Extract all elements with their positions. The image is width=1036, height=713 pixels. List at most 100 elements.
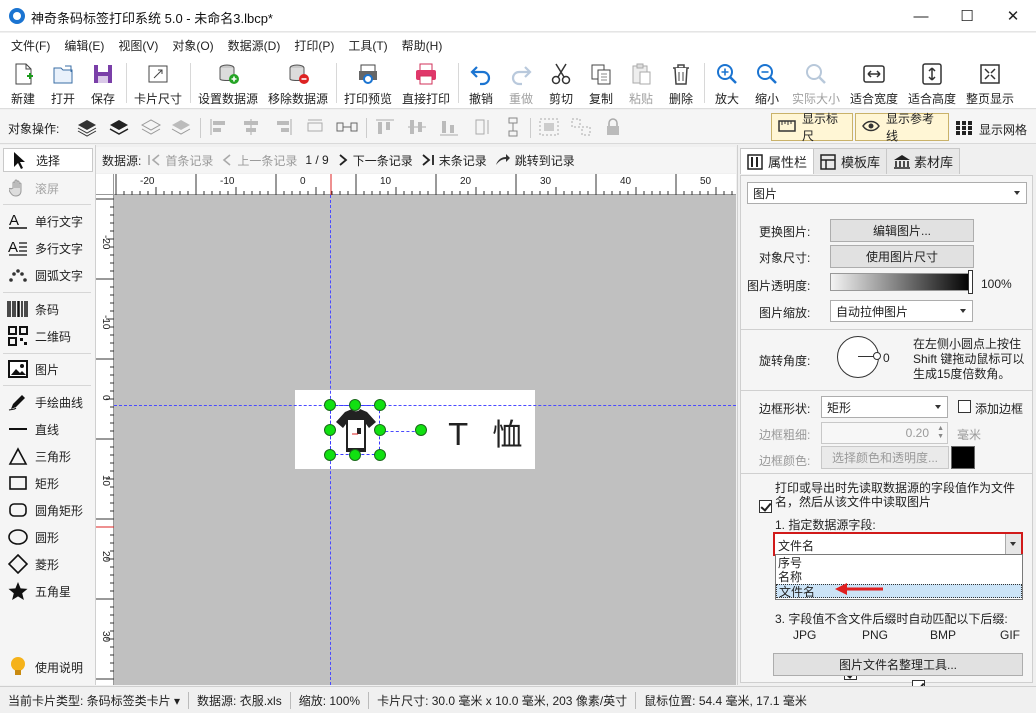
new-button[interactable]: 新建 xyxy=(4,60,42,106)
align-left-icon[interactable] xyxy=(208,117,230,137)
border-color-button[interactable]: 选择颜色和透明度... xyxy=(821,446,949,469)
layer-up-icon[interactable] xyxy=(140,117,162,137)
distribute-h-icon[interactable] xyxy=(336,117,358,137)
tool-scroll[interactable]: 滚屏 xyxy=(3,176,93,200)
add-border-checkbox[interactable] xyxy=(958,400,971,413)
zoom-out-button[interactable]: 缩小 xyxy=(748,60,786,106)
resize-handle-nw[interactable] xyxy=(324,399,336,411)
use-image-size-button[interactable]: 使用图片尺寸 xyxy=(830,245,974,268)
show-grid-toggle[interactable]: 显示网格 xyxy=(955,120,1027,139)
tool-barcode[interactable]: 条码 xyxy=(3,297,93,321)
paste-button[interactable]: 粘贴 xyxy=(622,60,660,106)
tool-freehand[interactable]: 手绘曲线 xyxy=(3,390,93,414)
menu-file[interactable]: 文件(F) xyxy=(4,37,57,54)
lock-icon[interactable] xyxy=(602,117,624,137)
tool-triangle[interactable]: 三角形 xyxy=(3,444,93,468)
actual-size-button[interactable]: 实际大小 xyxy=(788,60,844,106)
bring-to-front-icon[interactable] xyxy=(76,117,98,137)
card-size-button[interactable]: 卡片尺寸 xyxy=(130,60,186,106)
tool-help[interactable]: 使用说明 xyxy=(3,655,93,679)
save-button[interactable]: 保存 xyxy=(84,60,122,106)
opacity-slider[interactable] xyxy=(830,273,972,291)
cut-button[interactable]: 剪切 xyxy=(542,60,580,106)
field-option[interactable]: 名称 xyxy=(778,570,802,584)
close-button[interactable]: ✕ xyxy=(990,0,1036,32)
fit-width-button[interactable]: 适合宽度 xyxy=(846,60,902,106)
align-right-icon[interactable] xyxy=(272,117,294,137)
tool-circle[interactable]: 圆形 xyxy=(3,525,93,549)
resize-handle-ne[interactable] xyxy=(374,399,386,411)
tool-arc-text[interactable]: 圆弧文字 xyxy=(3,263,93,287)
align-top-icon[interactable] xyxy=(374,117,396,137)
layer-down-icon[interactable] xyxy=(170,117,192,137)
border-color-swatch[interactable] xyxy=(951,446,975,469)
open-button[interactable]: 打开 xyxy=(44,60,82,106)
print-preview-button[interactable]: 打印预览 xyxy=(342,60,394,106)
card-text[interactable]: T 恤 xyxy=(449,410,524,454)
tool-star[interactable]: 五角星 xyxy=(3,579,93,603)
tool-select[interactable]: 选择 xyxy=(3,148,93,172)
border-width-spinner[interactable]: 0.20 ▲ ▼ xyxy=(821,422,948,444)
edit-image-button[interactable]: 编辑图片... xyxy=(830,219,974,242)
zoom-in-button[interactable]: 放大 xyxy=(708,60,746,106)
jump-record-button[interactable]: 跳转到记录 xyxy=(495,152,575,169)
minimize-button[interactable]: — xyxy=(898,0,944,32)
resize-handle-n[interactable] xyxy=(349,399,361,411)
tool-rect[interactable]: 矩形 xyxy=(3,471,93,495)
tab-materials[interactable]: 素材库 xyxy=(886,148,961,174)
resize-handle-w[interactable] xyxy=(324,424,336,436)
field-option-selected[interactable]: 文件名 xyxy=(776,584,1022,599)
fit-height-button[interactable]: 适合高度 xyxy=(904,60,960,106)
tool-diamond[interactable]: 菱形 xyxy=(3,552,93,576)
copy-button[interactable]: 复制 xyxy=(582,60,620,106)
menu-object[interactable]: 对象(O) xyxy=(165,37,220,54)
border-shape-select[interactable]: 矩形 xyxy=(821,396,948,418)
tab-properties[interactable]: 属性栏 xyxy=(740,148,815,174)
field-option[interactable]: 序号 xyxy=(778,556,802,570)
fit-page-button[interactable]: 整页显示 xyxy=(962,60,1018,106)
show-ruler-toggle[interactable]: 显示标尺 xyxy=(771,112,853,143)
tab-templates[interactable]: 模板库 xyxy=(813,148,888,174)
show-guides-toggle[interactable]: 显示参考线 xyxy=(855,112,949,143)
tool-round-rect[interactable]: 圆角矩形 xyxy=(3,498,93,522)
send-to-back-icon[interactable] xyxy=(108,117,130,137)
last-record-button[interactable]: 末条记录 xyxy=(421,152,487,169)
redo-button[interactable]: 重做 xyxy=(502,60,540,106)
same-width-icon[interactable] xyxy=(304,117,326,137)
delete-button[interactable]: 删除 xyxy=(662,60,700,106)
resize-handle-e[interactable] xyxy=(374,424,386,436)
distribute-v-icon[interactable] xyxy=(502,117,524,137)
tool-qrcode[interactable]: 二维码 xyxy=(3,324,93,348)
opacity-slider-thumb[interactable] xyxy=(968,270,973,294)
tool-image[interactable]: 图片 xyxy=(3,357,93,381)
menu-view[interactable]: 视图(V) xyxy=(111,37,165,54)
first-record-button[interactable]: 首条记录 xyxy=(147,152,213,169)
resize-handle-se[interactable] xyxy=(374,449,386,461)
filename-tidy-button[interactable]: 图片文件名整理工具... xyxy=(773,653,1023,676)
same-height-icon[interactable] xyxy=(470,117,492,137)
tool-multi-text[interactable]: A 多行文字 xyxy=(3,236,93,260)
menu-help[interactable]: 帮助(H) xyxy=(395,37,450,54)
tool-single-text[interactable]: A 单行文字 xyxy=(3,209,93,233)
group-icon[interactable] xyxy=(538,117,560,137)
menu-print[interactable]: 打印(P) xyxy=(287,37,341,54)
resize-handle-sw[interactable] xyxy=(324,449,336,461)
scale-select[interactable]: 自动拉伸图片 xyxy=(830,300,973,322)
remove-datasource-button[interactable]: 移除数据源 xyxy=(266,60,330,106)
rotation-handle[interactable] xyxy=(415,424,427,436)
spinner-arrows-icon[interactable]: ▲ ▼ xyxy=(937,425,944,441)
rotation-dial-knob[interactable] xyxy=(873,352,881,360)
read-filename-checkbox[interactable] xyxy=(759,500,772,513)
horizontal-guide[interactable] xyxy=(114,405,736,406)
resize-handle-s[interactable] xyxy=(349,449,361,461)
ungroup-icon[interactable] xyxy=(570,117,592,137)
design-canvas[interactable]: T 恤 xyxy=(114,195,736,685)
align-middle-icon[interactable] xyxy=(406,117,428,137)
set-datasource-button[interactable]: 设置数据源 xyxy=(196,60,260,106)
next-record-button[interactable]: 下一条记录 xyxy=(337,152,413,169)
field-select[interactable]: 文件名 xyxy=(773,532,1023,556)
align-center-icon[interactable] xyxy=(240,117,262,137)
menu-datasource[interactable]: 数据源(D) xyxy=(221,37,288,54)
object-type-select[interactable]: 图片 xyxy=(747,182,1027,204)
menu-edit[interactable]: 编辑(E) xyxy=(57,37,111,54)
